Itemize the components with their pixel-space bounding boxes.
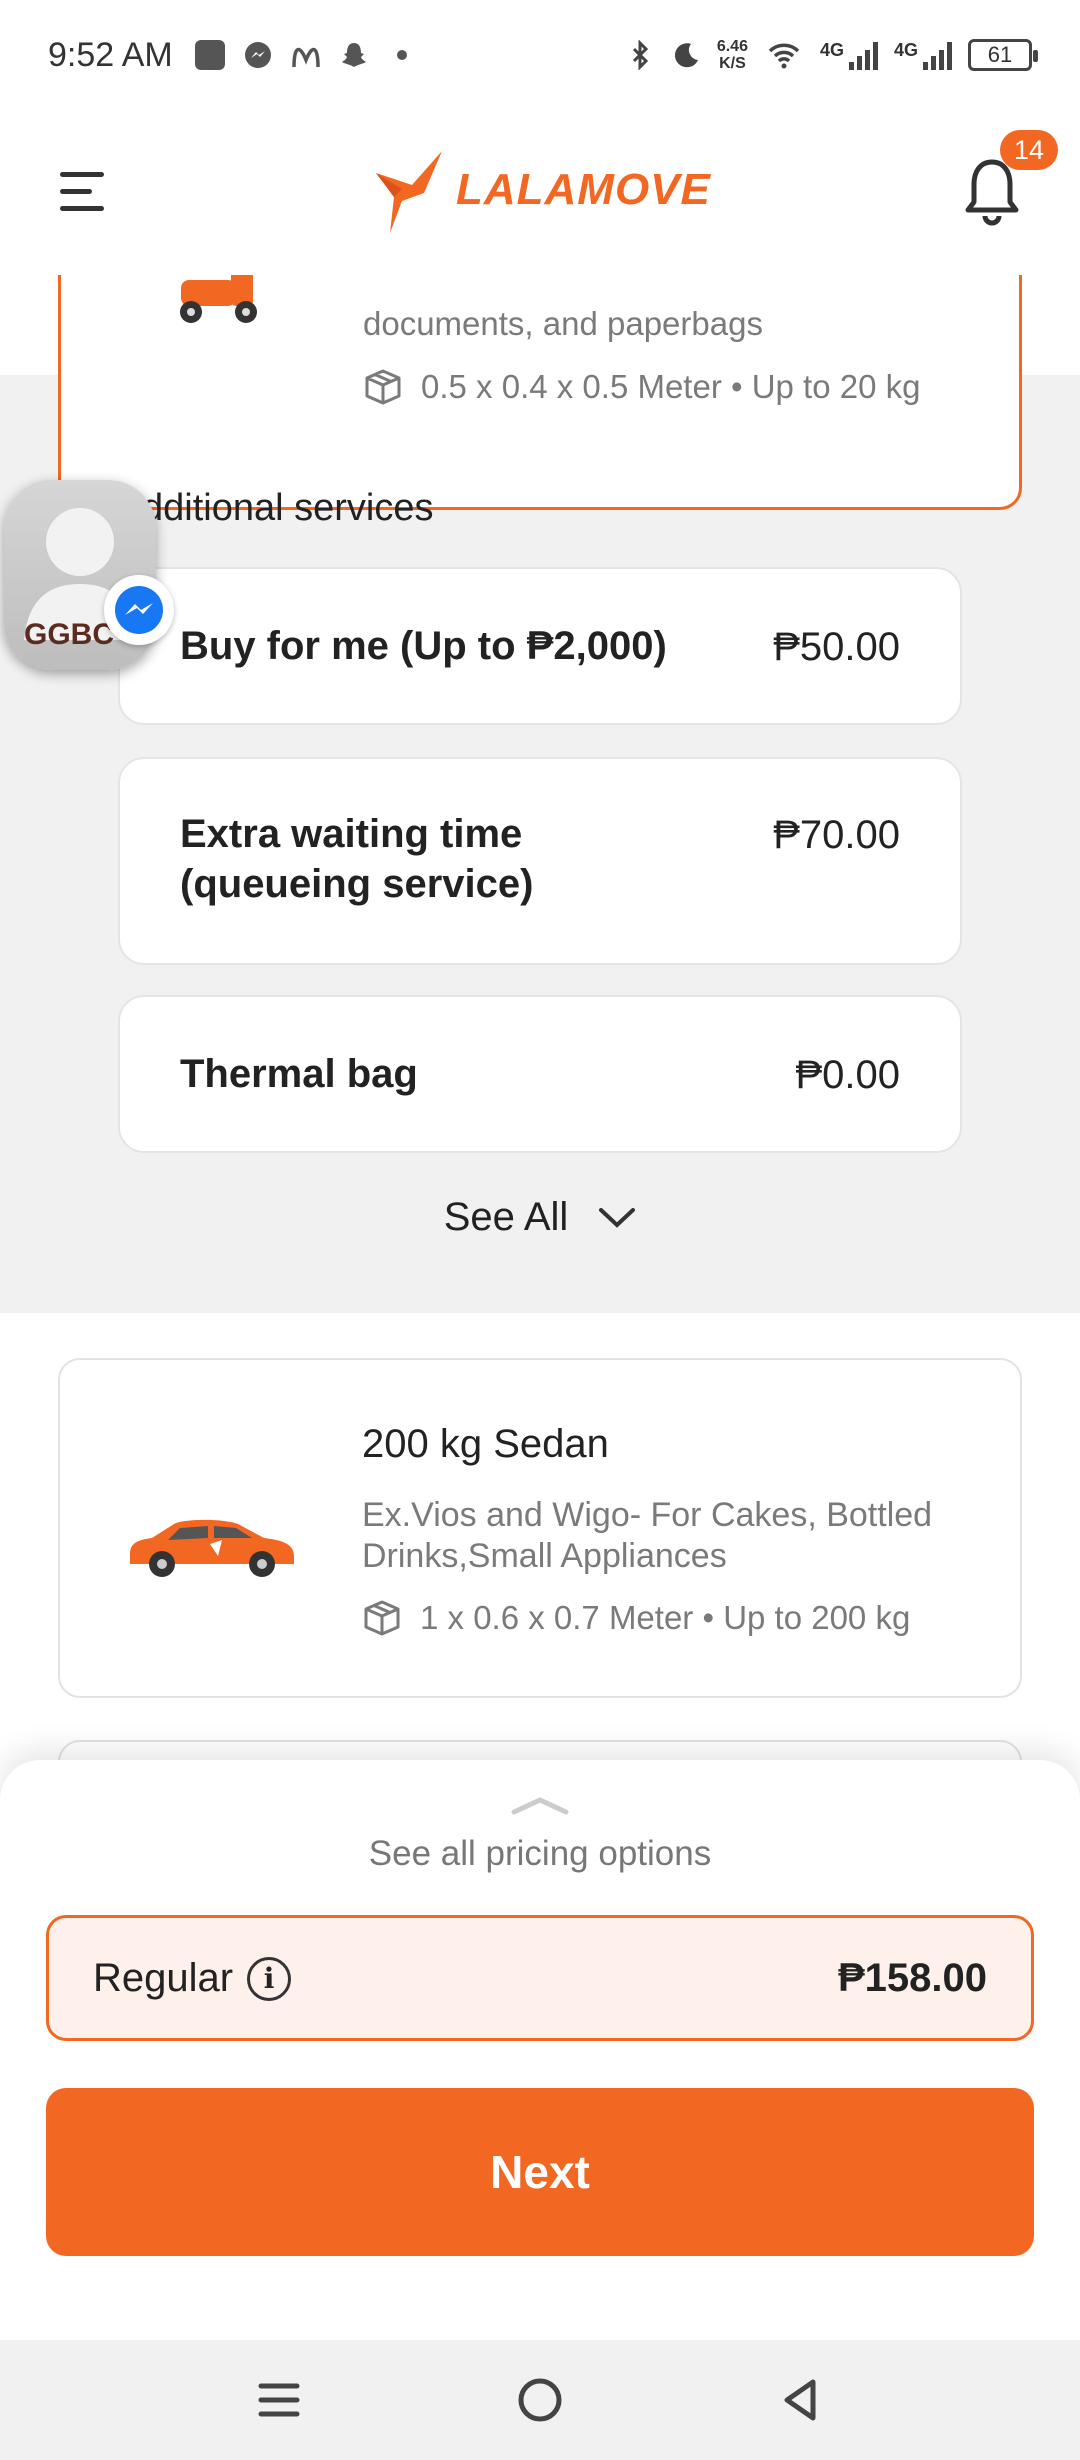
vehicle-dimensions-text: 0.5 x 0.4 x 0.5 Meter • Up to 20 kg [421, 368, 921, 405]
vehicle-description: documents, and paperbags [363, 305, 763, 342]
do-not-disturb-moon-icon [674, 43, 698, 68]
sedan-car-icon [130, 1519, 294, 1577]
more-notifications-dot-icon [396, 50, 407, 60]
regular-price: ₱158.00 [837, 1956, 987, 2000]
wifi-icon [768, 43, 800, 69]
signal-2-label: 4G [893, 40, 918, 60]
regular-label-group: Regular i [93, 1956, 292, 2001]
lalamove-logo: LALAMOVE [372, 145, 711, 235]
status-bar: 9:52 AM 6.46 K/S 4G 4G 61 [0, 0, 1080, 110]
home-icon[interactable] [516, 2376, 564, 2424]
status-time: 9:52 AM [48, 35, 173, 74]
notification-count-badge: 14 [1000, 130, 1058, 170]
cellular-signal-2-icon: 4G [894, 40, 952, 70]
messenger-chat-head[interactable]: GGBC [4, 480, 174, 670]
system-navigation-bar [0, 2340, 1080, 2460]
service-price: ₱50.00 [773, 625, 900, 669]
mcdonalds-notification-icon [292, 47, 320, 68]
battery-level: 61 [987, 42, 1013, 67]
service-extra-waiting-time[interactable]: Extra waiting time (queueing service) ₱7… [118, 757, 962, 965]
service-price: ₱0.00 [795, 1053, 900, 1097]
network-speed-value: 6.46 [716, 38, 748, 55]
box-icon [365, 369, 401, 405]
chat-head-caption: GGBC [24, 618, 114, 651]
vehicle-dimensions-text: 1 x 0.6 x 0.7 Meter • Up to 200 kg [420, 1599, 911, 1636]
messenger-notification-icon [244, 42, 271, 68]
notification-icons [194, 40, 417, 70]
see-all-label: See All [443, 1195, 569, 1239]
vehicle-title: 200 kg Sedan [362, 1422, 609, 1466]
vehicle-dimensions: 0.5 x 0.4 x 0.5 Meter • Up to 20 kg [363, 367, 920, 407]
network-speed-unit: K/S [719, 55, 746, 72]
service-price: ₱70.00 [773, 813, 900, 857]
messenger-icon [104, 575, 174, 645]
vehicle-dimensions: 1 x 0.6 x 0.7 Meter • Up to 200 kg [362, 1598, 910, 1638]
info-icon[interactable]: i [247, 1956, 292, 2001]
pricing-bottom-sheet: See all pricing options Regular i ₱158.0… [0, 1760, 1080, 2340]
battery-icon: 61 [968, 39, 1038, 71]
cellular-signal-1-icon: 4G [820, 40, 878, 70]
back-icon[interactable] [779, 2376, 823, 2424]
service-thermal-bag[interactable]: Thermal bag ₱0.00 [118, 995, 962, 1153]
app-notification-icon [194, 40, 225, 70]
see-all-services-button[interactable]: See All [0, 1195, 1080, 1240]
service-name: Thermal bag [180, 1052, 418, 1096]
app-header: LALAMOVE 14 [0, 110, 1080, 275]
chevron-down-icon [599, 1207, 636, 1228]
selected-vehicle-card[interactable]: documents, and paperbags 0.5 x 0.4 x 0.5… [58, 255, 1022, 510]
box-icon [364, 1600, 400, 1636]
recent-apps-icon[interactable] [257, 2378, 301, 2422]
vehicle-card-sedan[interactable]: 200 kg Sedan Ex.Vios and Wigo- For Cakes… [58, 1358, 1022, 1698]
vehicle-description: Ex.Vios and Wigo- For Cakes, Bottled Dri… [362, 1496, 933, 1575]
bluetooth-icon [632, 40, 648, 70]
service-buy-for-me[interactable]: Buy for me (Up to ₱2,000) ₱50.00 [118, 567, 962, 725]
chevron-up-icon[interactable] [510, 1796, 570, 1816]
lalamove-bird-icon [376, 151, 442, 233]
next-button[interactable]: Next [46, 2088, 1034, 2256]
system-status-icons: 6.46 K/S 4G 4G 61 [625, 38, 1038, 72]
additional-services-title: dditional services [142, 487, 434, 529]
menu-hamburger-icon[interactable] [60, 172, 104, 216]
snapchat-notification-icon [341, 43, 366, 67]
logo-text: LALAMOVE [456, 165, 711, 214]
signal-1-label: 4G [819, 40, 844, 60]
service-name: Extra waiting time (queueing service) [180, 812, 534, 906]
regular-pricing-option[interactable]: Regular i ₱158.00 [46, 1915, 1034, 2041]
see-all-pricing-options[interactable]: See all pricing options [0, 1834, 1080, 1874]
regular-label: Regular [93, 1956, 234, 2000]
network-speed: 6.46 K/S [717, 38, 748, 72]
service-name: Buy for me (Up to ₱2,000) [180, 624, 667, 668]
